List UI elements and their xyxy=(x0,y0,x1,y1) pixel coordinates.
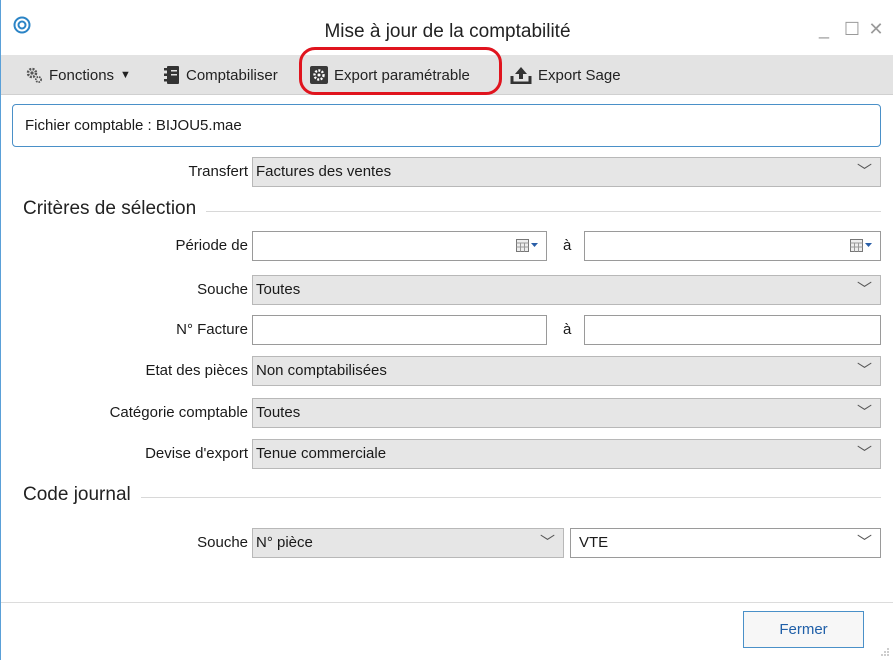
code-journal-section-title: Code journal xyxy=(23,484,141,506)
upload-icon xyxy=(510,67,532,84)
journal-souche-select[interactable]: N° pièce ﹀ xyxy=(252,528,564,558)
devise-label: Devise d'export xyxy=(145,445,248,462)
resize-grip-icon[interactable] xyxy=(880,647,890,657)
journal-icon xyxy=(164,66,179,84)
chevron-down-icon: ﹀ xyxy=(539,534,555,551)
chevron-down-icon: ﹀ xyxy=(856,404,872,421)
maximize-button[interactable]: ☐ xyxy=(843,20,861,38)
souche-select[interactable]: Toutes ﹀ xyxy=(252,275,881,305)
facture-to-input[interactable] xyxy=(584,315,881,345)
fonctions-menu-button[interactable]: Fonctions ▼ xyxy=(25,55,131,95)
fichier-comptable-field: Fichier comptable : BIJOU5.mae xyxy=(12,104,881,147)
periode-label: Période de xyxy=(175,237,248,254)
main-window: Mise à jour de la comptabilité _ ☐ ✕ Fon… xyxy=(0,0,893,660)
categorie-value: Toutes xyxy=(256,404,301,421)
devise-select[interactable]: Tenue commerciale ﹀ xyxy=(252,439,881,469)
chevron-down-icon: ﹀ xyxy=(856,281,872,298)
fonctions-label: Fonctions xyxy=(49,66,115,84)
chevron-down-icon: ﹀ xyxy=(856,163,872,180)
journal-souche-label: Souche xyxy=(197,534,248,551)
categorie-label: Catégorie comptable xyxy=(109,404,248,421)
export-sage-label: Export Sage xyxy=(538,66,621,84)
souche-value: Toutes xyxy=(256,281,301,298)
comptabiliser-label: Comptabiliser xyxy=(186,66,278,84)
caret-down-icon: ▼ xyxy=(120,69,131,81)
devise-value: Tenue commerciale xyxy=(256,445,387,462)
journal-code-value: VTE xyxy=(579,534,609,551)
calendar-icon[interactable] xyxy=(850,239,874,256)
categorie-select[interactable]: Toutes ﹀ xyxy=(252,398,881,428)
chevron-down-icon: ﹀ xyxy=(856,534,872,551)
gear-icon xyxy=(26,67,42,83)
transfert-value: Factures des ventes xyxy=(256,163,392,180)
criteres-section-title: Critères de sélection xyxy=(23,198,207,220)
footer-divider xyxy=(1,602,893,603)
journal-souche-value: N° pièce xyxy=(256,534,313,551)
fermer-button[interactable]: Fermer xyxy=(743,611,864,648)
facture-a-label: à xyxy=(563,321,572,338)
periode-a-label: à xyxy=(563,237,572,254)
facture-label: N° Facture xyxy=(176,321,248,338)
highlight-annotation xyxy=(299,47,502,95)
minimize-button[interactable]: _ xyxy=(815,20,833,38)
facture-from-input[interactable] xyxy=(252,315,547,345)
section-divider xyxy=(23,497,881,498)
etat-select[interactable]: Non comptabilisées ﹀ xyxy=(252,356,881,386)
etat-label: Etat des pièces xyxy=(145,362,248,379)
comptabiliser-button[interactable]: Comptabiliser xyxy=(164,55,278,95)
etat-value: Non comptabilisées xyxy=(256,362,387,379)
periode-from-input[interactable] xyxy=(252,231,547,261)
chevron-down-icon: ﹀ xyxy=(856,362,872,379)
souche-label: Souche xyxy=(197,281,248,298)
close-button[interactable]: ✕ xyxy=(867,20,885,38)
transfert-select[interactable]: Factures des ventes ﹀ xyxy=(252,157,881,187)
chevron-down-icon: ﹀ xyxy=(856,445,872,462)
transfert-label: Transfert xyxy=(188,163,248,180)
periode-to-input[interactable] xyxy=(584,231,881,261)
journal-code-select[interactable]: VTE ﹀ xyxy=(570,528,881,558)
calendar-icon[interactable] xyxy=(516,239,540,256)
export-sage-button[interactable]: Export Sage xyxy=(510,55,621,95)
